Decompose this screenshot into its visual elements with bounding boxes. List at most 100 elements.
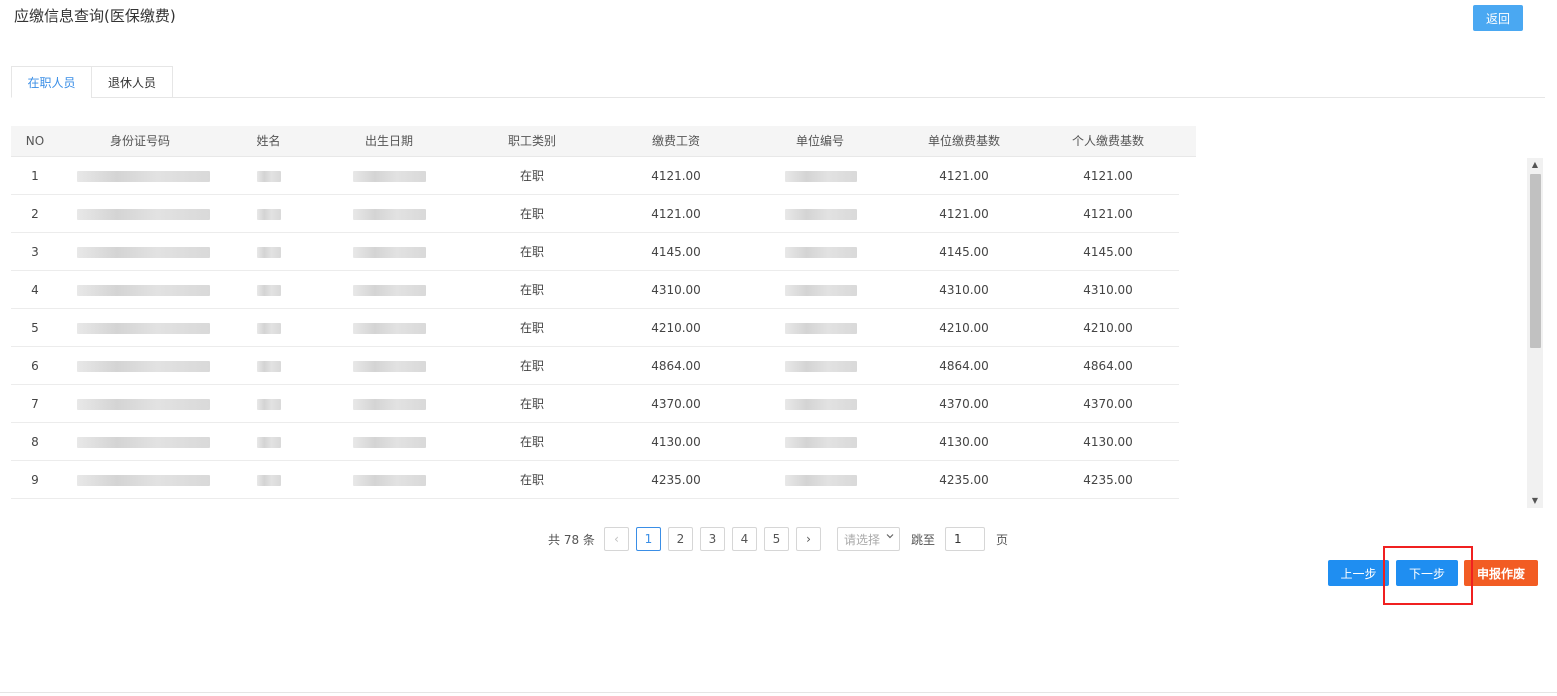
cell-name-redacted [257,475,281,486]
page-size-placeholder: 请选择 [844,532,881,547]
table-row[interactable]: 8 在职 4130.00 4130.00 4130.00 [11,423,1179,461]
pagination-page-1[interactable]: 1 [636,527,661,551]
back-button[interactable]: 返回 [1473,5,1523,31]
cell-birth-date-redacted [353,209,426,220]
cell-id-number-redacted [77,361,210,372]
cell-name-redacted [257,361,281,372]
void-declaration-button[interactable]: 申报作废 [1464,560,1538,586]
cell-personal-base: 4121.00 [1083,169,1133,183]
tab-retired-staff[interactable]: 退休人员 [91,66,173,98]
cell-no: 3 [31,245,39,259]
cell-unit-number-redacted [785,437,857,448]
cell-wage: 4121.00 [651,169,701,183]
cell-no: 6 [31,359,39,373]
cell-unit-number-redacted [785,247,857,258]
cell-birth-date-redacted [353,171,426,182]
cell-wage: 4864.00 [651,359,701,373]
page-size-select[interactable]: 请选择 [837,527,900,551]
pagination-prev-icon[interactable]: ‹ [604,527,629,551]
chevron-down-icon [886,532,894,543]
jump-to-label: 跳至 [911,533,936,547]
cell-birth-date-redacted [353,399,426,410]
tab-active-staff[interactable]: 在职人员 [11,66,92,98]
cell-personal-base: 4235.00 [1083,473,1133,487]
table-row[interactable]: 4 在职 4310.00 4310.00 4310.00 [11,271,1179,309]
cell-personal-base: 4145.00 [1083,245,1133,259]
cell-unit-base: 4864.00 [939,359,989,373]
table-row[interactable]: 2 在职 4121.00 4121.00 4121.00 [11,195,1179,233]
column-header-wage: 缴费工资 [651,134,700,148]
scrollbar-thumb[interactable] [1530,174,1541,348]
cell-name-redacted [257,247,281,258]
column-header-id-number: 身份证号码 [109,134,170,148]
previous-step-button[interactable]: 上一步 [1328,560,1389,586]
cell-unit-number-redacted [785,323,857,334]
cell-no: 1 [31,169,39,183]
cell-category: 在职 [519,397,544,411]
cell-wage: 4121.00 [651,207,701,221]
cell-category: 在职 [519,359,544,373]
table-row[interactable]: 1 在职 4121.00 4121.00 4121.00 [11,157,1179,195]
cell-personal-base: 4210.00 [1083,321,1133,335]
cell-category: 在职 [519,321,544,335]
jump-page-input[interactable] [945,527,985,551]
scroll-down-icon[interactable]: ▼ [1527,494,1543,508]
cell-category: 在职 [519,435,544,449]
cell-unit-number-redacted [785,361,857,372]
scroll-up-icon[interactable]: ▲ [1527,158,1543,172]
cell-name-redacted [257,285,281,296]
cell-no: 7 [31,397,39,411]
pagination-next-icon[interactable]: › [796,527,821,551]
cell-wage: 4310.00 [651,283,701,297]
cell-personal-base: 4864.00 [1083,359,1133,373]
cell-unit-number-redacted [785,285,857,296]
table-row[interactable]: 9 在职 4235.00 4235.00 4235.00 [11,461,1179,499]
cell-wage: 4370.00 [651,397,701,411]
pagination-page-4[interactable]: 4 [732,527,757,551]
highlight-box [1383,546,1473,605]
cell-name-redacted [257,323,281,334]
cell-unit-base: 4310.00 [939,283,989,297]
cell-id-number-redacted [77,171,210,182]
cell-unit-number-redacted [785,171,857,182]
column-header-personal-base: 个人缴费基数 [1071,134,1144,148]
cell-personal-base: 4121.00 [1083,207,1133,221]
cell-birth-date-redacted [353,475,426,486]
cell-unit-number-redacted [785,399,857,410]
pagination-page-3[interactable]: 3 [700,527,725,551]
cell-name-redacted [257,209,281,220]
cell-wage: 4130.00 [651,435,701,449]
cell-birth-date-redacted [353,437,426,448]
cell-wage: 4145.00 [651,245,701,259]
cell-category: 在职 [519,473,544,487]
cell-unit-base: 4145.00 [939,245,989,259]
cell-birth-date-redacted [353,285,426,296]
tab-bar: 在职人员 退休人员 [11,66,1545,98]
table-scrollbar[interactable]: ▲ ▼ [1527,158,1543,508]
table-row[interactable]: 3 在职 4145.00 4145.00 4145.00 [11,233,1179,271]
cell-category: 在职 [519,207,544,221]
cell-id-number-redacted [77,437,210,448]
column-header-name: 姓名 [256,134,281,148]
cell-no: 5 [31,321,39,335]
cell-category: 在职 [519,283,544,297]
cell-unit-number-redacted [785,475,857,486]
table-header: NO 身份证号码 姓名 出生日期 职工类别 缴费工资 单位编号 单位缴费基数 个… [11,126,1196,157]
cell-no: 8 [31,435,39,449]
pagination-total: 共 78 条 [548,533,595,547]
table-row[interactable]: 6 在职 4864.00 4864.00 4864.00 [11,347,1179,385]
table-row[interactable]: 5 在职 4210.00 4210.00 4210.00 [11,309,1179,347]
cell-id-number-redacted [77,209,210,220]
cell-personal-base: 4130.00 [1083,435,1133,449]
cell-birth-date-redacted [353,323,426,334]
cell-no: 9 [31,473,39,487]
pagination-page-5[interactable]: 5 [764,527,789,551]
cell-unit-base: 4235.00 [939,473,989,487]
table-row[interactable]: 7 在职 4370.00 4370.00 4370.00 [11,385,1179,423]
cell-unit-base: 4121.00 [939,169,989,183]
cell-personal-base: 4370.00 [1083,397,1133,411]
cell-no: 2 [31,207,39,221]
cell-no: 4 [31,283,39,297]
pagination-page-2[interactable]: 2 [668,527,693,551]
column-header-unit-number: 单位编号 [795,134,844,148]
